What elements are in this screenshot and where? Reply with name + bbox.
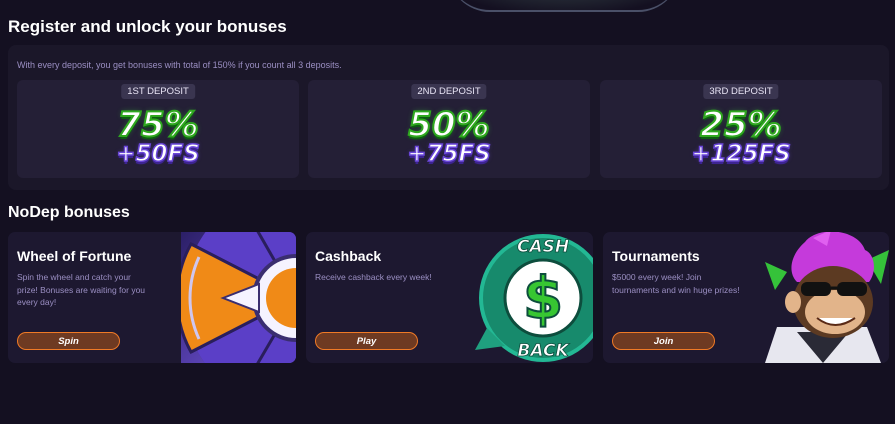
deposit-free-spins: +50FS (115, 140, 200, 168)
cashback-icon: $ CASH BACK (475, 234, 593, 362)
card-description: $5000 every week! Join tournaments and w… (612, 272, 740, 295)
deposit-intro-text: With every deposit, you get bonuses with… (17, 60, 342, 70)
monkey-mascot-icon (765, 232, 889, 363)
cashback-card: $ CASH BACK Cashback Receive cashback ev… (306, 232, 593, 363)
cash-label: CASH (517, 237, 569, 257)
deposit-card-1: 1ST DEPOSIT 75% +50FS (17, 80, 299, 178)
card-description: Receive cashback every week! (315, 272, 432, 282)
play-button[interactable]: Play (315, 332, 418, 350)
join-button[interactable]: Join (612, 332, 715, 350)
back-label: BACK (517, 341, 570, 361)
card-title: Tournaments (612, 248, 700, 264)
register-section-title: Register and unlock your bonuses (8, 17, 287, 36)
deposit-badge: 1ST DEPOSIT (121, 84, 195, 99)
deposit-percent: 25% (699, 105, 782, 145)
deposit-card-2: 2ND DEPOSIT 50% +75FS (308, 80, 590, 178)
deposit-card-3: 3RD DEPOSIT 25% +125FS (600, 80, 882, 178)
deposit-free-spins: +75FS (406, 140, 491, 168)
svg-text:$: $ (523, 264, 563, 332)
deposit-percent: 50% (407, 105, 490, 145)
card-title: Cashback (315, 248, 382, 264)
deposit-badge: 3RD DEPOSIT (703, 84, 779, 99)
nodep-section-title: NoDep bonuses (8, 204, 130, 221)
spin-button[interactable]: Spin (17, 332, 120, 350)
card-description: Spin the wheel and catch your prize! Bon… (17, 272, 146, 307)
wheel-of-fortune-card: Wheel of Fortune Spin the wheel and catc… (8, 232, 296, 363)
deposit-badge: 2ND DEPOSIT (411, 84, 487, 99)
deposit-bonus-panel: With every deposit, you get bonuses with… (8, 45, 889, 190)
card-title: Wheel of Fortune (17, 248, 132, 264)
deposit-percent: 75% (116, 105, 199, 145)
top-decoration (448, 0, 680, 12)
tournaments-card: Tournaments $5000 every week! Join tourn… (603, 232, 889, 363)
wheel-icon (181, 232, 296, 363)
deposit-free-spins: +125FS (690, 140, 791, 168)
